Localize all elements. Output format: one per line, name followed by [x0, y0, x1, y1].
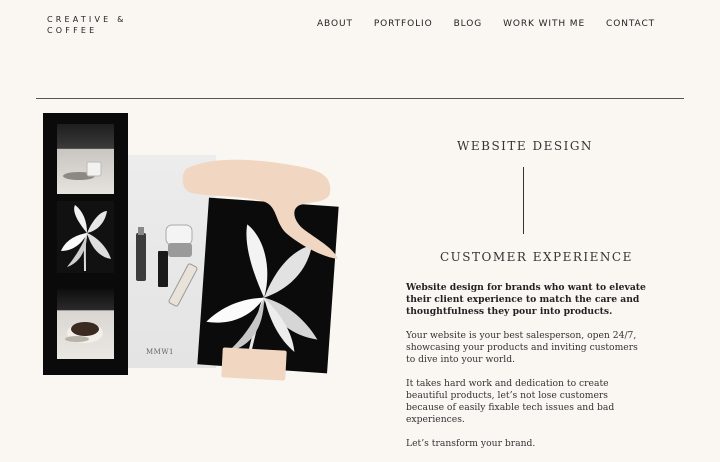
vertical-divider — [523, 167, 524, 234]
nav-blog[interactable]: BLOG — [454, 19, 483, 29]
film-frame-flower — [57, 201, 114, 273]
heading-customer-experience: CUSTOMER EXPERIENCE — [440, 250, 633, 264]
film-frame-glass — [57, 124, 114, 194]
heading-website-design: WEBSITE DESIGN — [457, 139, 593, 153]
nav-contact[interactable]: CONTACT — [606, 19, 655, 29]
paragraph-2: It takes hard work and dedication to cre… — [406, 378, 615, 425]
film-frame-coffee — [57, 289, 114, 359]
product-label: MMW1 — [146, 348, 174, 356]
peach-brushstroke — [182, 159, 338, 259]
design-collage: MMW1 — [0, 0, 360, 450]
nav-portfolio[interactable]: PORTFOLIO — [374, 19, 433, 29]
main-nav: ABOUT PORTFOLIO BLOG WORK WITH ME CONTAC… — [317, 19, 676, 29]
paragraph-3: Let’s transform your brand. — [406, 438, 536, 449]
peach-swatch — [221, 347, 287, 381]
nav-work-with-me[interactable]: WORK WITH ME — [503, 19, 585, 29]
paragraph-1: Your website is your best salesperson, o… — [406, 330, 638, 365]
body-copy: Website design for brands who want to el… — [406, 282, 646, 462]
film-strip — [43, 113, 128, 375]
lead-paragraph: Website design for brands who want to el… — [406, 282, 646, 317]
